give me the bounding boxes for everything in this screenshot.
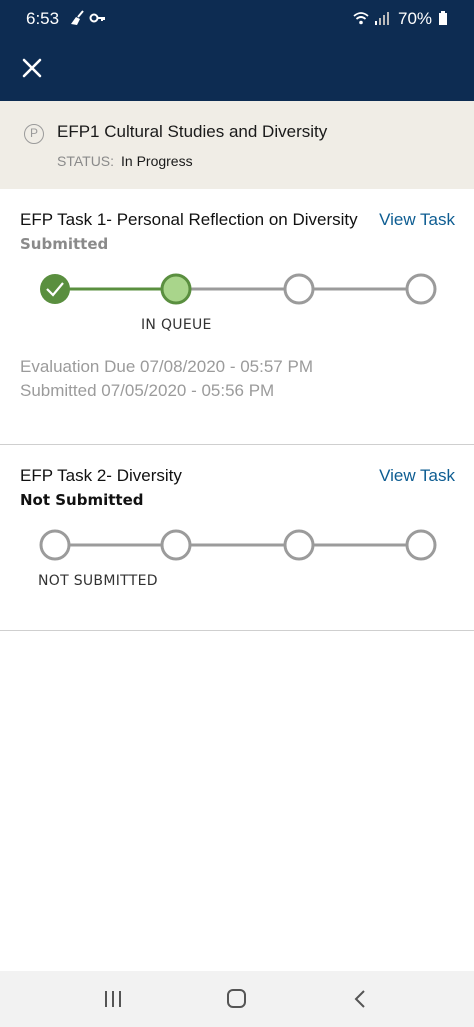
back-icon[interactable] (352, 989, 368, 1014)
task-2-progress-label: NOT SUBMITTED (38, 573, 158, 589)
key-icon (89, 9, 107, 32)
view-task-2-link[interactable]: View Task (379, 466, 455, 486)
wifi-icon (352, 9, 370, 32)
task-1-progress-label: IN QUEUE (141, 317, 212, 333)
divider (0, 444, 474, 445)
step-3-pending (283, 273, 315, 305)
divider (0, 630, 474, 631)
system-nav-bar (0, 971, 474, 1027)
course-type-badge: P (24, 124, 44, 144)
step-1-pending (39, 529, 71, 561)
course-title: EFP1 Cultural Studies and Diversity (57, 122, 328, 141)
task-1-progress-tracker (40, 273, 437, 305)
status-bar: 6:53 70% (0, 0, 474, 38)
step-2-pending (160, 529, 192, 561)
signal-icon (374, 9, 390, 32)
broom-icon (68, 9, 86, 32)
task-1-evaluation-due: Evaluation Due 07/08/2020 - 05:57 PM (20, 357, 313, 376)
step-2-current (160, 273, 192, 305)
step-1-complete (40, 274, 70, 304)
task-2-progress-tracker (39, 529, 437, 561)
step-4-pending (405, 273, 437, 305)
task-2-title: EFP Task 2- Diversity (20, 466, 182, 485)
home-icon[interactable] (226, 989, 248, 1014)
course-header (0, 101, 474, 189)
task-1-submitted-date: Submitted 07/05/2020 - 05:56 PM (20, 381, 275, 400)
app-bar: 6:53 70% (0, 0, 474, 101)
task-1-state: Submitted (20, 235, 109, 253)
battery-percent: 70% (398, 9, 433, 28)
close-icon[interactable] (20, 56, 44, 80)
status-label: STATUS: (57, 153, 115, 169)
status-time: 6:53 (26, 9, 60, 28)
battery-icon (438, 9, 448, 32)
view-task-1-link[interactable]: View Task (379, 210, 455, 230)
task-1-title: EFP Task 1- Personal Reflection on Diver… (20, 210, 358, 229)
task-2-state: Not Submitted (20, 491, 144, 509)
status-value: In Progress (121, 153, 193, 169)
step-4-pending (405, 529, 437, 561)
recent-apps-icon[interactable] (104, 989, 122, 1014)
step-3-pending (283, 529, 315, 561)
